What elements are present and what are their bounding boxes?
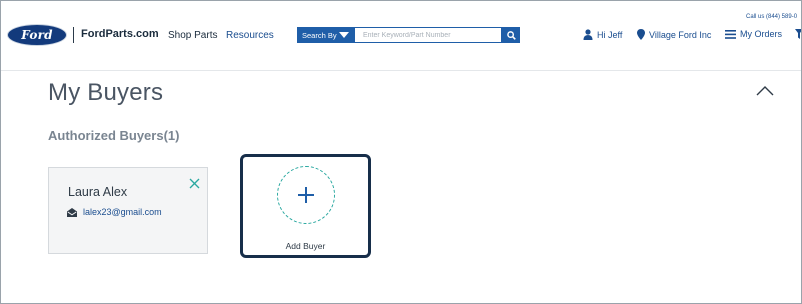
filter-button[interactable] [795,29,801,39]
nav-shop-parts[interactable]: Shop Parts [168,30,217,41]
my-orders-label: My Orders [740,29,783,39]
collapse-button[interactable] [754,83,776,99]
buyer-email[interactable]: lalex23@gmail.com [83,207,162,217]
logo-divider [73,27,74,43]
call-us-link[interactable]: Call us (844) 589-0 [746,14,797,20]
search-icon [506,30,516,40]
user-greeting: Hi Jeff [597,29,623,40]
plus-icon [298,187,314,203]
add-buyer-circle [277,166,335,224]
list-icon [725,29,736,39]
search-by-label: Search By [302,30,337,40]
page-frame: Ford FordParts.com Shop Parts Resources … [0,0,802,304]
add-buyer-label: Add Buyer [285,241,326,251]
page-title: My Buyers [48,79,164,106]
filter-icon [795,29,801,39]
chevron-up-icon [756,86,774,96]
site-name[interactable]: FordParts.com [81,28,159,40]
search-by-dropdown[interactable]: Search By [297,27,354,43]
add-buyer-button[interactable]: Add Buyer [240,154,371,258]
caret-down-icon [339,32,349,38]
buyer-name: Laura Alex [68,185,128,199]
search-button[interactable] [502,27,520,43]
buyer-card: Laura Alex lalex23@gmail.com [48,167,208,254]
close-icon [189,178,200,189]
search-input[interactable] [354,27,502,43]
dealer-name: Village Ford Inc [649,29,712,40]
buyer-email-row: lalex23@gmail.com [67,207,162,217]
dealer-selector[interactable]: Village Ford Inc [637,29,711,40]
location-pin-icon [637,29,645,40]
remove-buyer-button[interactable] [189,176,200,189]
user-icon [583,29,593,40]
nav-resources[interactable]: Resources [226,30,274,41]
section-title: Authorized Buyers(1) [48,128,180,143]
site-header: Ford FordParts.com Shop Parts Resources … [1,1,801,71]
my-orders-link[interactable]: My Orders [725,29,782,39]
ford-logo-text: Ford [21,28,53,42]
ford-logo[interactable]: Ford [7,24,67,46]
account-menu[interactable]: Hi Jeff [583,29,622,40]
mail-icon [67,207,77,217]
